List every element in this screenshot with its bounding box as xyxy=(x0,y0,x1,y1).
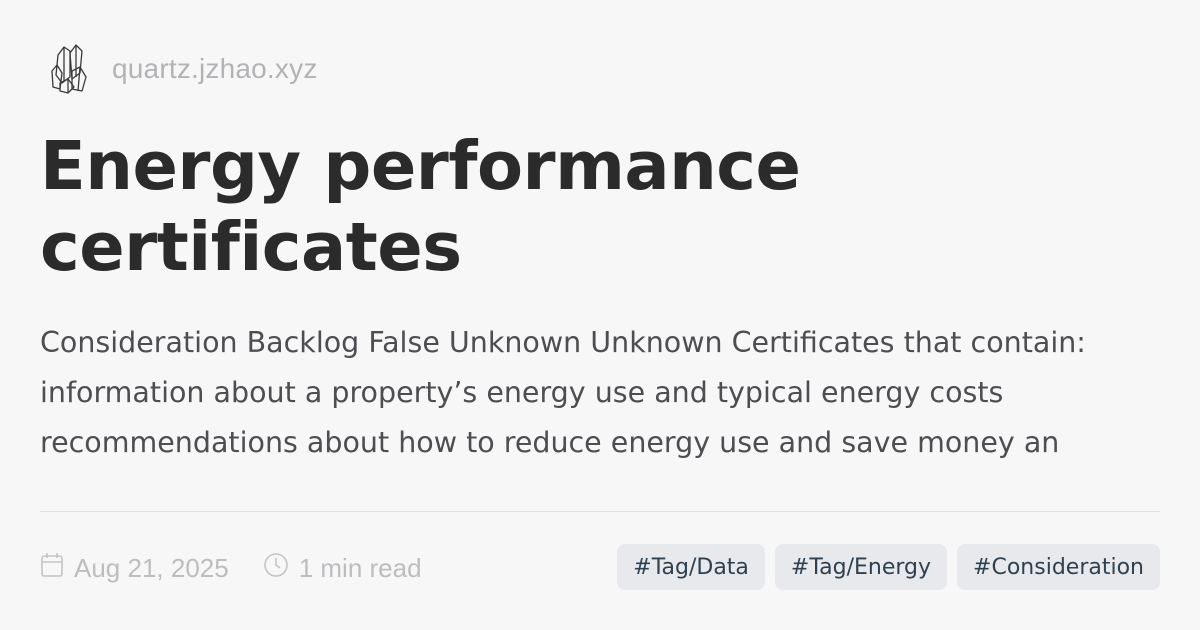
og-card: quartz.jzhao.xyz Energy performance cert… xyxy=(0,0,1200,630)
reading-time-meta: 1 min read xyxy=(263,552,422,585)
site-header: quartz.jzhao.xyz xyxy=(44,40,318,98)
publish-date: Aug 21, 2025 xyxy=(74,552,229,583)
page-description: Consideration Backlog False Unknown Unkn… xyxy=(40,326,1098,480)
page-title-line-1: Energy performance xyxy=(40,127,801,205)
tag-list: #Tag/Data #Tag/Energy #Consideration xyxy=(607,544,1160,590)
crystal-cluster-icon xyxy=(44,40,92,98)
divider xyxy=(40,511,1160,512)
date-meta: Aug 21, 2025 xyxy=(40,552,229,585)
page-title: Energy performance certificates xyxy=(40,126,1160,288)
tag-consideration[interactable]: #Consideration xyxy=(957,544,1160,590)
tag-data[interactable]: #Tag/Data xyxy=(617,544,765,590)
site-name[interactable]: quartz.jzhao.xyz xyxy=(112,53,318,85)
page-title-line-2: certificates xyxy=(40,208,462,286)
clock-icon xyxy=(263,552,299,585)
tag-energy[interactable]: #Tag/Energy xyxy=(774,544,948,590)
calendar-icon xyxy=(40,552,74,585)
page-meta: Aug 21, 2025 1 min read xyxy=(40,544,456,592)
reading-time: 1 min read xyxy=(298,552,422,583)
